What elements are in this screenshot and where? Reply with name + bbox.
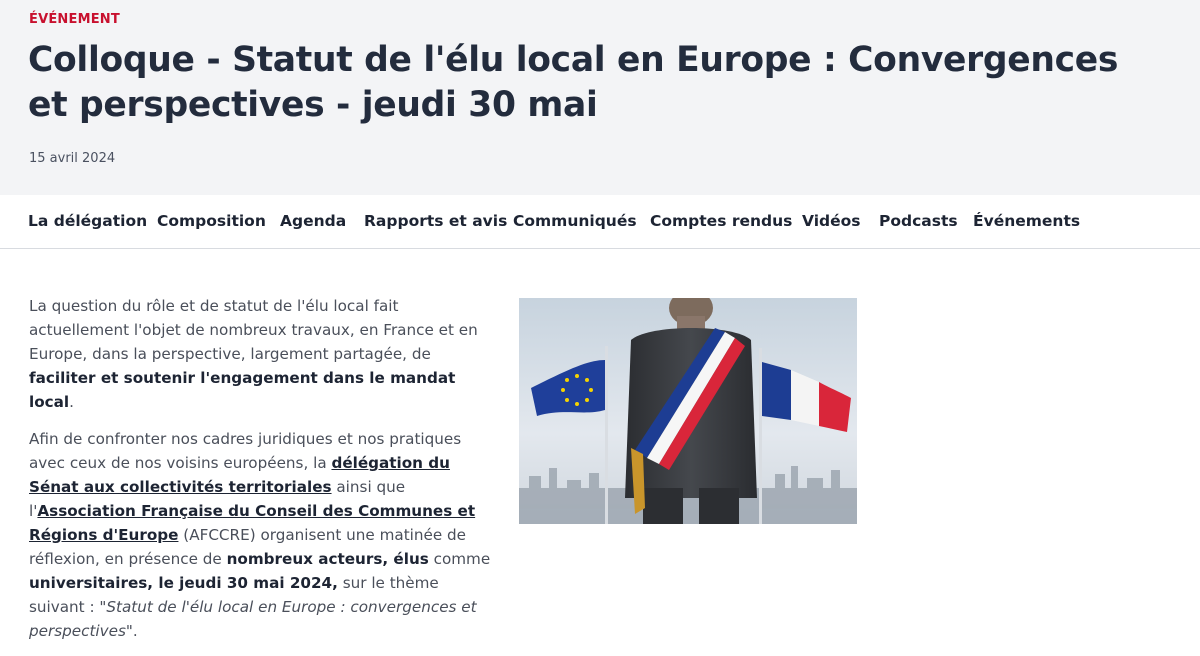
nav-item-videos[interactable]: Vidéos [802, 212, 861, 230]
article-header: ÉVÉNEMENT Colloque - Statut de l'élu loc… [0, 0, 1200, 195]
intro-paragraph: La question du rôle et de statut de l'él… [29, 294, 499, 414]
nav-item-comptes-rendus[interactable]: Comptes rendus [650, 212, 792, 230]
publish-date: 15 avril 2024 [29, 151, 116, 166]
nav-item-rapports-et-avis[interactable]: Rapports et avis [364, 212, 507, 230]
details-paragraph: Afin de confronter nos cadres juridiques… [29, 427, 499, 643]
nav-item-agenda[interactable]: Agenda [280, 212, 346, 230]
article-photo [519, 298, 857, 524]
text-span: . [69, 393, 74, 411]
mayor-sash-flags-icon [519, 298, 857, 524]
text-span: comme [428, 550, 491, 568]
text-span: . [132, 622, 138, 640]
text-span: La question du rôle et de statut de l'él… [29, 297, 478, 363]
category-label: ÉVÉNEMENT [29, 12, 120, 27]
nav-item-la-delegation[interactable]: La délégation [28, 212, 147, 230]
flagpole-right [759, 348, 762, 524]
nav-item-communiques[interactable]: Communiqués [513, 212, 637, 230]
emphasis-text: universitaires, le jeudi 30 mai 2024, [29, 574, 338, 592]
nav-item-podcasts[interactable]: Podcasts [879, 212, 958, 230]
section-nav: La délégation Composition Agenda Rapport… [0, 195, 1200, 249]
emphasis-text: faciliter et soutenir l'engagement dans … [29, 369, 456, 411]
nav-item-composition[interactable]: Composition [157, 212, 266, 230]
flagpole-left [605, 346, 608, 524]
emphasis-text: nombreux acteurs, élus [226, 550, 429, 568]
article-body: La question du rôle et de statut de l'él… [29, 294, 499, 656]
page-title: Colloque - Statut de l'élu local en Euro… [28, 40, 1119, 125]
nav-item-evenements[interactable]: Événements [973, 212, 1080, 230]
